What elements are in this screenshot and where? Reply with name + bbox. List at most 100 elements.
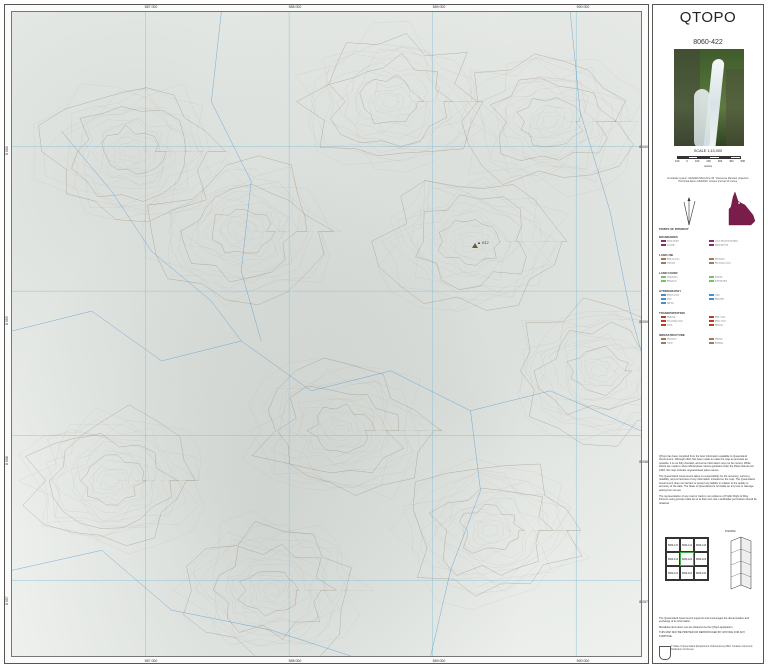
legend-section-title: BOUNDARIES (659, 235, 678, 239)
contour-line (428, 487, 555, 576)
contour-line (374, 92, 405, 113)
disclaimer: QTopo has been compiled from the best in… (659, 455, 757, 508)
grid-label-right: 8 060 (639, 145, 648, 149)
legend-item: Recreation area (709, 262, 731, 265)
legend-item: Building (709, 342, 723, 345)
contour-line (101, 124, 167, 175)
peak-label: ▲ 612 (477, 240, 489, 245)
legend-heading: POINTS OF INTEREST (659, 227, 689, 231)
grid-label-top: 587 000 (144, 5, 158, 9)
contour-line (46, 419, 187, 523)
watercourse-line (569, 12, 641, 352)
contour-line (79, 450, 153, 507)
grid-label-top: 589 000 (432, 5, 446, 9)
legend-item: Powerline (661, 338, 677, 341)
watercourse-line (61, 131, 242, 342)
contour-line (320, 413, 360, 447)
contour-line (471, 514, 511, 546)
legend-item: Pipeline (709, 338, 723, 341)
contour-line (69, 95, 204, 208)
scale-unit: metres (704, 165, 712, 168)
grid-label-left: 8 058 (5, 456, 9, 465)
legend-section-title: TRANSPORTATION (659, 311, 685, 315)
footer-note: The Queensland Government supports and e… (659, 617, 757, 640)
contour-line (173, 510, 375, 647)
contour-line (493, 75, 601, 169)
contour-line (118, 139, 146, 164)
government-crest-icon (659, 646, 671, 660)
legend-item: Locality (661, 244, 674, 247)
contour-line (519, 297, 641, 447)
legend-item: Railway (709, 324, 723, 327)
contour-line (539, 331, 641, 410)
contour-line (233, 225, 250, 239)
legend-item: Tower (661, 342, 673, 345)
footer-paragraph: The Queensland Government supports and e… (659, 617, 750, 624)
adjoining-sheet: 8060-432 (694, 566, 708, 580)
legend-item: Watercourse (661, 294, 679, 297)
contour-line (402, 471, 580, 594)
contour-line (227, 220, 257, 243)
contour-line (517, 314, 641, 440)
contour-line (430, 491, 549, 576)
legend-item: Swamp (709, 276, 722, 279)
contour-line (49, 433, 179, 529)
legend-item: Orchard (661, 262, 675, 265)
sheet-title: QTOPO (679, 9, 737, 26)
legend-item: Waterfall (709, 298, 724, 301)
contour-line (183, 520, 352, 656)
grid-label-bottom: 589 000 (432, 659, 446, 663)
contour-line (43, 420, 200, 541)
grid-label-bottom: 590 000 (576, 659, 590, 663)
legend-item: Spring (661, 302, 673, 305)
contour-line (511, 95, 586, 153)
contour-line (415, 194, 527, 290)
topographic-map[interactable]: ▲ 612 (11, 11, 642, 657)
contour-line (225, 550, 317, 626)
grid-label-left: 8 060 (5, 146, 9, 155)
grid-label-bottom: 587 000 (144, 659, 158, 663)
contour-line (381, 94, 401, 109)
contour-line (502, 84, 601, 161)
contour-line (563, 344, 634, 402)
contour-line (66, 88, 199, 208)
adjoining-sheet: 8060-424 (680, 566, 694, 580)
fold-label: FOLDING (725, 530, 736, 533)
footer-paragraph: Metadata information can be obtained via… (659, 625, 734, 629)
contour-line (251, 357, 442, 496)
contour-line (100, 121, 174, 178)
contour-line (477, 519, 505, 543)
grid-label-right: 8 057 (639, 600, 648, 604)
adjoining-sheet: 8060-131 (666, 538, 680, 552)
grid-label-right: 8 058 (639, 460, 648, 464)
contour-line (168, 181, 310, 278)
queensland-inset-map (728, 191, 756, 226)
legend-item: Highway (661, 316, 675, 319)
contour-line (416, 201, 526, 280)
contour-line (261, 583, 281, 597)
contour-line (520, 309, 641, 437)
contour-line (179, 191, 289, 273)
copyright: © State of Queensland (Department of Res… (671, 645, 753, 651)
contour-line (529, 314, 641, 428)
contour-line (579, 357, 620, 387)
contour-line (253, 575, 291, 605)
contour-line (529, 105, 573, 138)
contour-line (203, 204, 280, 258)
disclaimer-paragraph: The Queensland Government takes no respo… (659, 475, 755, 492)
contour-line (516, 97, 584, 148)
north-arrow-icon (683, 197, 696, 226)
contour-line (249, 364, 428, 489)
contour-line (541, 115, 559, 129)
watercourse-line (12, 550, 351, 656)
contour-line (261, 369, 422, 487)
contour-line (33, 83, 229, 215)
contour-line (355, 70, 431, 139)
contour-line (298, 398, 388, 466)
contour-line (389, 458, 590, 610)
adjoining-sheets-diagram: 8060-131 8060-141 8060-142 8060-413 8060… (665, 537, 709, 581)
contour-line (368, 82, 416, 124)
contour-line (533, 321, 641, 415)
contour-line (461, 53, 634, 185)
contour-line (123, 145, 141, 158)
